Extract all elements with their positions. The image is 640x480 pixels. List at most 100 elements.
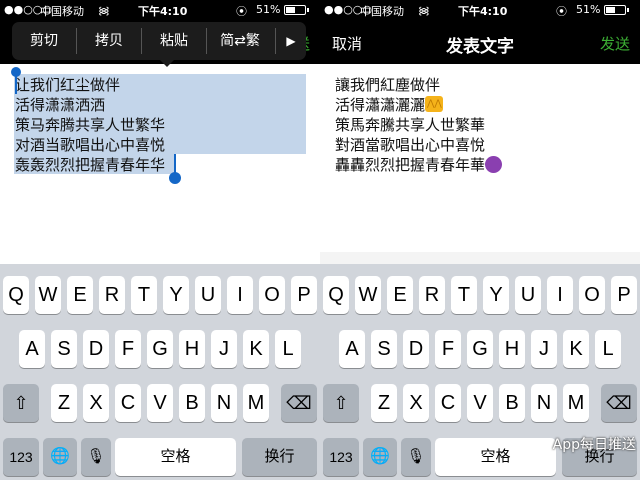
key-n[interactable]: N	[531, 384, 557, 422]
editor-text[interactable]: 讓我們紅塵做伴 活得瀟瀟灑灑 策馬奔騰共享人世繁華 對酒當歌唱出心中喜悅 轟轟烈…	[335, 75, 503, 175]
key-v[interactable]: V	[467, 384, 493, 422]
text-editor[interactable]: 讓我們紅塵做伴 活得瀟瀟灑灑 策馬奔騰共享人世繁華 對酒當歌唱出心中喜悅 轟轟烈…	[320, 64, 640, 328]
carrier-label: 中国移动	[40, 5, 84, 18]
key-x[interactable]: X	[403, 384, 429, 422]
text-line: 策馬奔騰共享人世繁華	[335, 116, 486, 134]
key-b[interactable]: B	[179, 384, 205, 422]
key-s[interactable]: S	[371, 330, 397, 368]
selection-start-handle[interactable]	[11, 67, 21, 77]
key-t[interactable]: T	[131, 276, 157, 314]
key-e[interactable]: E	[67, 276, 93, 314]
globe-key-icon[interactable]: 🌐	[363, 438, 397, 476]
key-z[interactable]: Z	[51, 384, 77, 422]
delete-key-icon[interactable]: ⌫	[281, 384, 317, 422]
text-line: 活得瀟瀟灑灑	[335, 94, 502, 115]
key-b[interactable]: B	[499, 384, 525, 422]
text-editor[interactable]: 让我们红尘做伴 活得潇潇洒洒 策马奔腾共享人世繁华 对酒当歌唱出心中喜悦 轰轰烈…	[0, 64, 320, 229]
key-l[interactable]: L	[595, 330, 621, 368]
key-n[interactable]: N	[211, 384, 237, 422]
key-y[interactable]: Y	[163, 276, 189, 314]
more-arrow-icon[interactable]: ▶	[276, 22, 306, 60]
wifi-icon: ᯼	[98, 4, 110, 17]
right-screen: ●●○○○ 中国移动 ᯼ 下午4:10 ⦿ 51% 取消 发表文字 发送 讓我們…	[320, 0, 640, 480]
key-k[interactable]: K	[563, 330, 589, 368]
key-j[interactable]: J	[211, 330, 237, 368]
key-e[interactable]: E	[387, 276, 413, 314]
key-r[interactable]: R	[99, 276, 125, 314]
editor-padding	[0, 229, 320, 264]
selection-end-handle[interactable]	[169, 172, 181, 184]
convert-menu-item[interactable]: 简⇄繁	[207, 22, 273, 60]
selection-end-bar	[174, 154, 176, 174]
key-w[interactable]: W	[35, 276, 61, 314]
cut-menu-item[interactable]: 剪切	[12, 22, 76, 60]
shift-key-icon[interactable]: ⇧	[3, 384, 39, 422]
text-line: 轟轟烈烈把握青春年華	[335, 155, 503, 175]
key-o[interactable]: O	[259, 276, 285, 314]
space-key[interactable]: 空格	[435, 438, 556, 476]
text-line: 活得潇潇洒洒	[15, 96, 106, 114]
key-h[interactable]: H	[179, 330, 205, 368]
key-q[interactable]: Q	[3, 276, 29, 314]
key-t[interactable]: T	[451, 276, 477, 314]
clock: 下午4:10	[138, 5, 188, 18]
devil-emoji-icon	[485, 156, 503, 173]
editor-text[interactable]: 让我们红尘做伴 活得潇潇洒洒 策马奔腾共享人世繁华 对酒当歌唱出心中喜悦 轰轰烈…	[15, 75, 165, 175]
page-title: 发表文字	[446, 37, 514, 57]
status-bar: ●●○○○ 中国移动 ᯼ 下午4:10 ⦿ 51%	[320, 0, 640, 20]
watermark: App每日推送	[552, 437, 636, 453]
key-j[interactable]: J	[531, 330, 557, 368]
microphone-key-icon[interactable]: 🎙	[81, 438, 111, 476]
key-a[interactable]: A	[339, 330, 365, 368]
key-p[interactable]: P	[611, 276, 637, 314]
key-r[interactable]: R	[419, 276, 445, 314]
key-f[interactable]: F	[435, 330, 461, 368]
send-button[interactable]: 发送	[600, 33, 630, 54]
key-v[interactable]: V	[147, 384, 173, 422]
text-line: 對酒當歌唱出心中喜悅	[335, 136, 486, 154]
battery-percent: 51%	[256, 3, 281, 16]
key-u[interactable]: U	[515, 276, 541, 314]
key-y[interactable]: Y	[483, 276, 509, 314]
return-key[interactable]: 换行	[242, 438, 317, 476]
nav-bar: 取消 发表文字 发送	[320, 20, 640, 64]
shift-key-icon[interactable]: ⇧	[323, 384, 359, 422]
paste-menu-item[interactable]: 粘贴	[142, 22, 206, 60]
key-m[interactable]: M	[563, 384, 589, 422]
delete-key-icon[interactable]: ⌫	[601, 384, 637, 422]
globe-key-icon[interactable]: 🌐	[43, 438, 77, 476]
microphone-key-icon[interactable]: 🎙	[401, 438, 431, 476]
key-k[interactable]: K	[243, 330, 269, 368]
carrier-label: 中国移动	[360, 5, 404, 18]
key-g[interactable]: G	[467, 330, 493, 368]
numbers-key[interactable]: 123	[323, 438, 359, 476]
space-key[interactable]: 空格	[115, 438, 236, 476]
key-c[interactable]: C	[435, 384, 461, 422]
key-g[interactable]: G	[147, 330, 173, 368]
key-x[interactable]: X	[83, 384, 109, 422]
key-d[interactable]: D	[83, 330, 109, 368]
key-w[interactable]: W	[355, 276, 381, 314]
key-u[interactable]: U	[195, 276, 221, 314]
key-s[interactable]: S	[51, 330, 77, 368]
numbers-key[interactable]: 123	[3, 438, 39, 476]
copy-menu-item[interactable]: 拷贝	[77, 22, 141, 60]
key-i[interactable]: I	[227, 276, 253, 314]
key-c[interactable]: C	[115, 384, 141, 422]
key-z[interactable]: Z	[371, 384, 397, 422]
battery-icon	[604, 5, 629, 15]
key-o[interactable]: O	[579, 276, 605, 314]
keyboard: Q W E R T Y U I O P A S D F G H J K L ⇧ …	[0, 264, 320, 480]
key-p[interactable]: P	[291, 276, 317, 314]
key-m[interactable]: M	[243, 384, 269, 422]
status-bar: ●●○○○ 中国移动 ᯼ 下午4:10 ⦿ 51%	[0, 0, 320, 20]
key-i[interactable]: I	[547, 276, 573, 314]
key-f[interactable]: F	[115, 330, 141, 368]
key-a[interactable]: A	[19, 330, 45, 368]
key-d[interactable]: D	[403, 330, 429, 368]
text-line: 让我们红尘做伴	[15, 76, 121, 94]
key-q[interactable]: Q	[323, 276, 349, 314]
key-h[interactable]: H	[499, 330, 525, 368]
text-line: 讓我們紅塵做伴	[335, 76, 441, 94]
key-l[interactable]: L	[275, 330, 301, 368]
